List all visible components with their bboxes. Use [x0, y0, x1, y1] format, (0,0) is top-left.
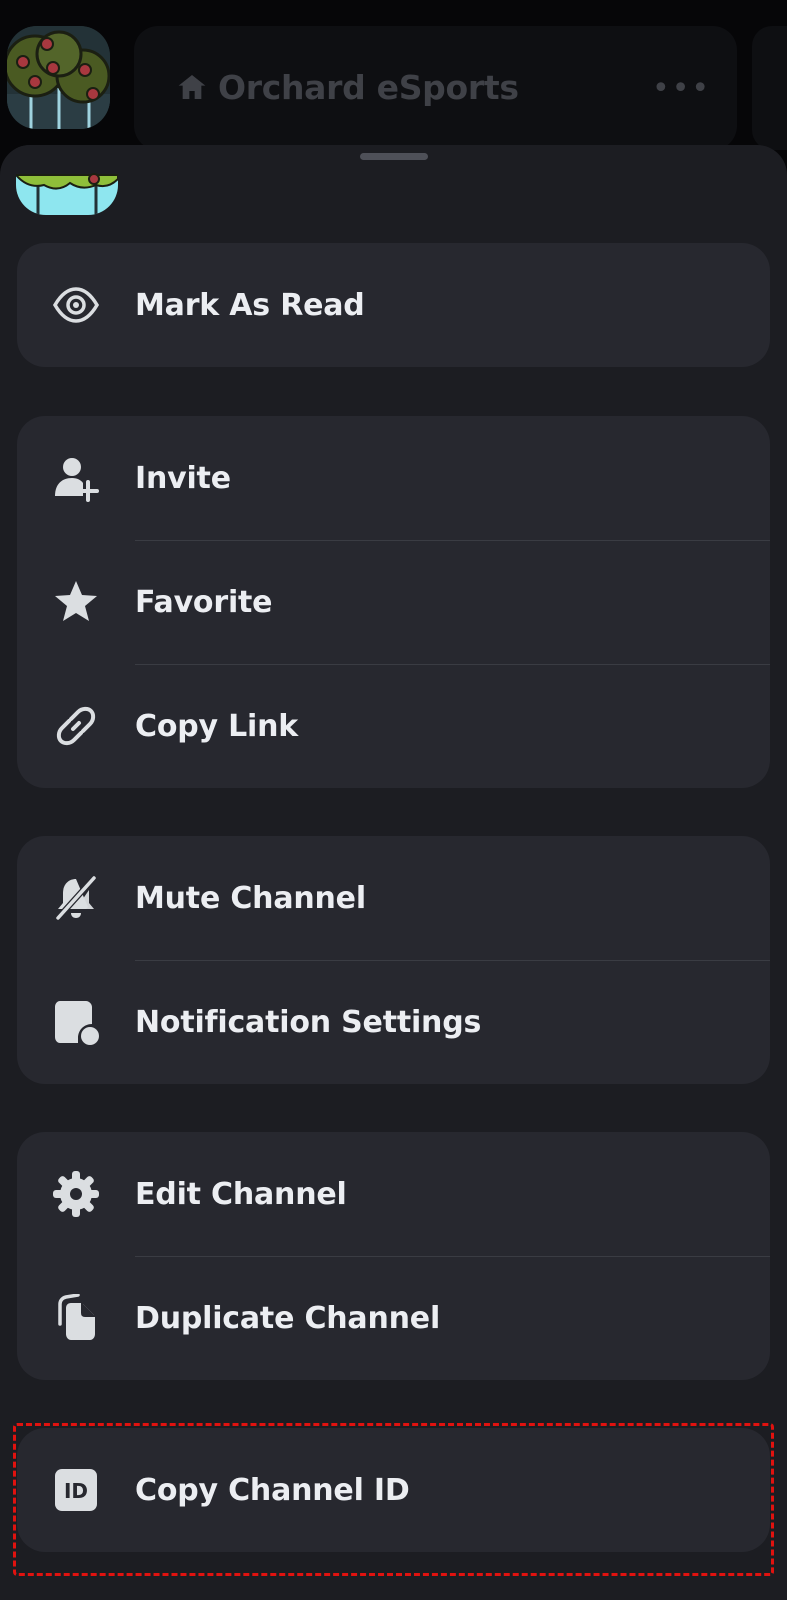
favorite-button[interactable]: Favorite [17, 540, 770, 664]
home-icon [178, 75, 206, 99]
copy-link-label: Copy Link [135, 708, 299, 744]
duplicate-channel-button[interactable]: Duplicate Channel [17, 1256, 770, 1380]
mute-channel-label: Mute Channel [135, 880, 366, 916]
options-group-manage: Edit Channel Duplicate Channel [17, 1132, 770, 1380]
server-avatar[interactable] [7, 26, 110, 129]
duplicate-icon [51, 1293, 101, 1343]
channel-options-sheet: Mark As Read Invite Favorite Copy Link M… [0, 145, 787, 1600]
server-avatar-partial [16, 145, 118, 215]
options-group-share: Invite Favorite Copy Link [17, 416, 770, 788]
server-name: Orchard eSports [218, 67, 519, 107]
favorite-label: Favorite [135, 584, 273, 620]
mark-as-read-button[interactable]: Mark As Read [17, 243, 770, 367]
ellipsis-icon[interactable]: ••• [652, 74, 711, 104]
bell-slash-icon [51, 873, 101, 923]
svg-text:ID: ID [64, 1479, 88, 1503]
copy-link-button[interactable]: Copy Link [17, 664, 770, 788]
invite-button[interactable]: Invite [17, 416, 770, 540]
notification-settings-button[interactable]: Notification Settings [17, 960, 770, 1084]
notification-settings-icon [51, 997, 101, 1047]
sheet-drag-handle[interactable] [360, 153, 428, 160]
edit-channel-label: Edit Channel [135, 1176, 347, 1212]
edit-channel-button[interactable]: Edit Channel [17, 1132, 770, 1256]
id-badge-icon: ID [51, 1465, 101, 1515]
orchard-logo-icon [16, 145, 118, 215]
duplicate-channel-label: Duplicate Channel [135, 1300, 441, 1336]
server-title[interactable]: Orchard eSports [176, 62, 519, 112]
copy-channel-id-label: Copy Channel ID [135, 1472, 410, 1508]
mark-as-read-label: Mark As Read [135, 287, 365, 323]
orchard-logo-icon [7, 26, 110, 129]
copy-channel-id-button[interactable]: ID Copy Channel ID [17, 1428, 770, 1552]
invite-label: Invite [135, 460, 231, 496]
gear-icon [51, 1169, 101, 1219]
eye-icon [51, 280, 101, 330]
screen: Orchard eSports ••• Mark As Read Invite … [0, 0, 787, 1600]
options-group-notifications: Mute Channel Notification Settings [17, 836, 770, 1084]
notification-settings-label: Notification Settings [135, 1004, 482, 1040]
mute-channel-button[interactable]: Mute Channel [17, 836, 770, 960]
user-plus-icon [51, 453, 101, 503]
options-group-developer: ID Copy Channel ID [17, 1428, 770, 1552]
adjacent-panel [752, 26, 787, 150]
star-icon [51, 577, 101, 627]
options-group-read: Mark As Read [17, 243, 770, 367]
link-icon [51, 701, 101, 751]
